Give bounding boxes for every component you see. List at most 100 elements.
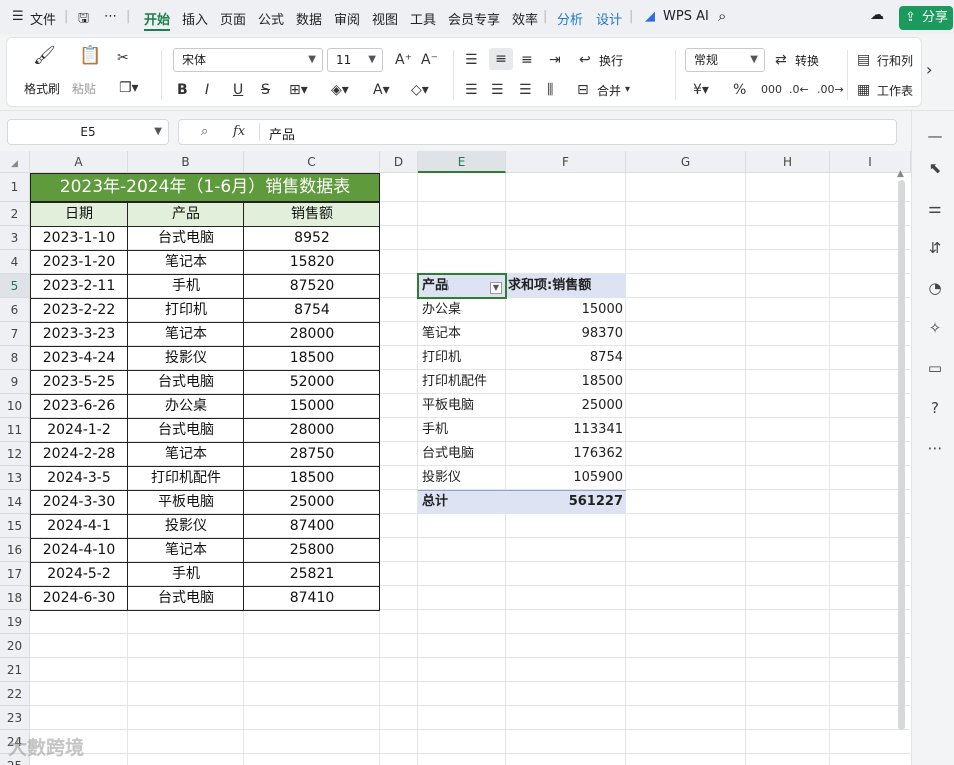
decimal-increase-icon[interactable]: .0←	[789, 82, 809, 98]
bold-icon[interactable]: B	[177, 82, 188, 98]
merge-label[interactable]: 合并	[597, 82, 621, 99]
italic-icon[interactable]: I	[205, 82, 209, 98]
align-center-icon[interactable]: ☰	[491, 82, 504, 98]
tab-page[interactable]: 页面	[220, 9, 246, 28]
tab-insert[interactable]: 插入	[182, 9, 208, 28]
row-header[interactable]: 21	[0, 658, 30, 682]
tab-efficiency[interactable]: 效率	[512, 9, 538, 28]
save-icon[interactable]: 🖫	[78, 9, 89, 31]
tab-home[interactable]: 开始	[144, 9, 170, 28]
ribbon-expand-icon[interactable]: ›	[926, 62, 932, 78]
format-painter-label[interactable]: 格式刷	[24, 80, 60, 97]
currency-icon[interactable]: ¥▾	[693, 82, 709, 98]
format-painter-icon[interactable]: 🖌	[33, 47, 56, 65]
cloud-icon[interactable]: ☁	[870, 7, 884, 23]
row-header[interactable]: 1	[0, 173, 30, 202]
font-color-icon[interactable]: A▾	[373, 82, 390, 98]
vertical-scrollbar[interactable]	[898, 180, 905, 730]
increase-font-icon[interactable]: A⁺	[395, 52, 412, 68]
convert-icon[interactable]: ⇄	[775, 52, 787, 68]
strikethrough-icon[interactable]: S	[261, 82, 270, 98]
tab-member[interactable]: 会员专享	[448, 9, 500, 28]
row-header[interactable]: 22	[0, 682, 30, 706]
align-right-icon[interactable]: ☰	[519, 82, 532, 98]
tab-formula[interactable]: 公式	[258, 9, 284, 28]
paste-icon[interactable]: 📋	[79, 47, 101, 65]
underline-icon[interactable]: U	[233, 82, 243, 98]
row-header[interactable]: 14	[0, 490, 30, 514]
row-header[interactable]: 16	[0, 538, 30, 562]
wrap-label[interactable]: 换行	[599, 52, 623, 69]
column-header-a[interactable]: A	[30, 151, 128, 173]
search-icon[interactable]: ⌕	[718, 7, 726, 25]
decrease-font-icon[interactable]: A⁻	[421, 52, 438, 68]
tab-view[interactable]: 视图	[372, 9, 398, 28]
fx-icon[interactable]: fx	[233, 124, 245, 139]
font-size-select[interactable]: 11 ▼	[327, 48, 383, 72]
convert-label[interactable]: 转换	[795, 52, 819, 69]
row-header[interactable]: 12	[0, 442, 30, 466]
row-header[interactable]: 13	[0, 466, 30, 490]
tab-analyze[interactable]: 分析	[557, 9, 583, 28]
column-header-d[interactable]: D	[380, 151, 418, 173]
row-header[interactable]: 20	[0, 634, 30, 658]
row-header[interactable]: 9	[0, 370, 30, 394]
tab-data[interactable]: 数据	[296, 9, 322, 28]
align-bottom-icon[interactable]: ≡	[521, 52, 533, 68]
column-header-e[interactable]: E	[418, 151, 506, 173]
worksheet-label[interactable]: 工作表	[877, 82, 913, 99]
tools-icon[interactable]: ✧	[926, 319, 944, 337]
tab-design[interactable]: 设计	[596, 9, 622, 28]
scroll-up-icon[interactable]: ▲	[897, 169, 904, 179]
align-left-icon[interactable]: ☰	[465, 82, 478, 98]
chevron-down-icon[interactable]: ▾	[625, 82, 630, 98]
row-header[interactable]: 10	[0, 394, 30, 418]
column-header-b[interactable]: B	[128, 151, 244, 173]
pointer-icon[interactable]: ⬉	[926, 159, 944, 177]
name-box[interactable]: E5 ▼	[7, 119, 169, 145]
worksheet-icon[interactable]: ▦	[857, 82, 870, 98]
select-all-corner[interactable]: ◢	[0, 151, 30, 173]
distribute-icon[interactable]: ⫼	[547, 82, 553, 98]
font-name-select[interactable]: 宋体 ▼	[173, 48, 323, 72]
cut-icon[interactable]: ✂	[117, 50, 129, 66]
tab-review[interactable]: 审阅	[334, 9, 360, 28]
row-header[interactable]: 5	[0, 274, 30, 298]
row-col-icon[interactable]: ▤	[857, 52, 870, 68]
column-header-g[interactable]: G	[626, 151, 746, 173]
spreadsheet-grid[interactable]: ◢ A B C D E F G H I 1 2 3 4 5 6 7 8 9 10 11 12 13 14 1…	[0, 151, 911, 765]
decimal-decrease-icon[interactable]: .00→	[817, 82, 844, 98]
clear-icon[interactable]: ◇▾	[411, 82, 429, 98]
copy-icon[interactable]: ❐▾	[119, 80, 139, 96]
align-middle-icon[interactable]: ≡	[489, 48, 513, 70]
wrap-icon[interactable]: ↩	[579, 52, 591, 68]
number-format-select[interactable]: 常规 ▼	[685, 48, 765, 72]
row-col-label[interactable]: 行和列	[877, 52, 913, 69]
percent-icon[interactable]: %	[733, 82, 746, 98]
border-icon[interactable]: ⊞▾	[289, 82, 308, 98]
more-icon[interactable]: ⋯	[926, 439, 944, 457]
paste-label[interactable]: 粘贴	[72, 80, 96, 97]
row-header[interactable]: 6	[0, 298, 30, 322]
merge-icon[interactable]: ⊟	[577, 82, 589, 98]
row-header[interactable]: 17	[0, 562, 30, 586]
row-header[interactable]: 8	[0, 346, 30, 370]
more-icon[interactable]: ⋯	[104, 9, 117, 24]
thousands-icon[interactable]: 000	[761, 82, 782, 98]
collapse-icon[interactable]: —	[926, 127, 944, 145]
tab-tools[interactable]: 工具	[410, 9, 436, 28]
align-top-icon[interactable]: ☰	[465, 52, 478, 68]
row-header[interactable]: 7	[0, 322, 30, 346]
share-button[interactable]: ⇪ 分享	[899, 6, 953, 30]
column-header-h[interactable]: H	[746, 151, 830, 173]
fill-color-icon[interactable]: ◈▾	[331, 82, 349, 98]
row-header[interactable]: 3	[0, 226, 30, 250]
formula-input[interactable]: ⌕ fx 产品	[178, 119, 897, 145]
row-header[interactable]: 11	[0, 418, 30, 442]
row-header[interactable]: 2	[0, 202, 30, 226]
column-header-f[interactable]: F	[506, 151, 626, 173]
transfer-icon[interactable]: ⇵	[926, 239, 944, 257]
wps-ai-button[interactable]: WPS AI	[663, 9, 709, 24]
row-header[interactable]: 4	[0, 250, 30, 274]
column-header-c[interactable]: C	[244, 151, 380, 173]
